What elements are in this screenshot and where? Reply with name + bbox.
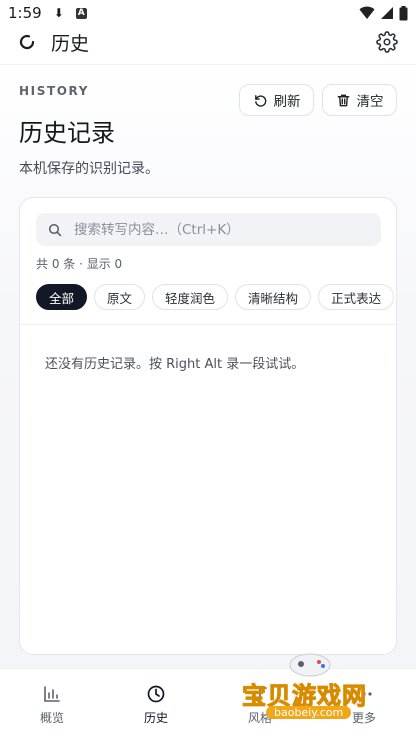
app-bar-title: 历史	[51, 32, 90, 55]
refresh-button[interactable]: 刷新	[239, 84, 314, 116]
watermark-url: baobeiy.com	[266, 706, 352, 719]
download-icon: ⬇	[53, 6, 64, 20]
trash-icon	[337, 94, 349, 106]
filter-chip-original[interactable]: 原文	[94, 284, 146, 310]
battery-icon	[399, 5, 408, 20]
filter-chip-light-polish[interactable]: 轻度润色	[152, 284, 229, 310]
nav-item-overview[interactable]: 概览	[0, 669, 104, 740]
refresh-icon	[254, 94, 266, 107]
loading-logo-icon	[19, 34, 35, 50]
gamepad-icon	[289, 653, 331, 677]
card-divider	[20, 324, 396, 325]
filter-chips: 全部 原文 轻度润色 清晰结构 正式表达	[36, 284, 395, 310]
search-input[interactable]	[72, 220, 366, 239]
page-eyebrow: HISTORY	[19, 84, 90, 98]
clear-button-label: 清空	[356, 94, 384, 110]
watermark-logo: 宝贝游戏网 baobeiy.com	[240, 648, 380, 726]
search-icon	[48, 223, 62, 236]
bar-chart-icon	[44, 685, 60, 702]
notification-a-icon: A	[75, 7, 87, 19]
nav-item-history[interactable]: 历史	[104, 669, 208, 740]
app-bar: 历史	[0, 20, 416, 64]
clear-button[interactable]: 清空	[322, 84, 397, 116]
search-box[interactable]	[36, 213, 381, 246]
page-subtitle: 本机保存的识别记录。	[19, 161, 159, 177]
filter-chip-all[interactable]: 全部	[36, 284, 88, 310]
history-card: 共 0 条 · 显示 0 全部 原文 轻度润色 清晰结构 正式表达 还没有历史记…	[19, 197, 397, 655]
signal-icon	[381, 7, 393, 19]
empty-state-message: 还没有历史记录。按 Right Alt 录一段试试。	[45, 357, 305, 372]
record-count: 共 0 条 · 显示 0	[36, 257, 123, 271]
filter-chip-clear-structure[interactable]: 清晰结构	[235, 284, 312, 310]
filter-chip-formal[interactable]: 正式表达	[318, 284, 395, 310]
wifi-icon	[359, 6, 375, 19]
nav-label-overview: 概览	[39, 710, 64, 725]
history-page: HISTORY 历史记录 本机保存的识别记录。 刷新 清空 共 0 条 · 显示…	[0, 65, 416, 668]
nav-label-history: 历史	[143, 710, 168, 725]
clock-icon	[147, 685, 165, 702]
refresh-button-label: 刷新	[273, 94, 301, 110]
settings-gear-icon[interactable]	[376, 31, 398, 53]
page-title: 历史记录	[19, 119, 115, 147]
